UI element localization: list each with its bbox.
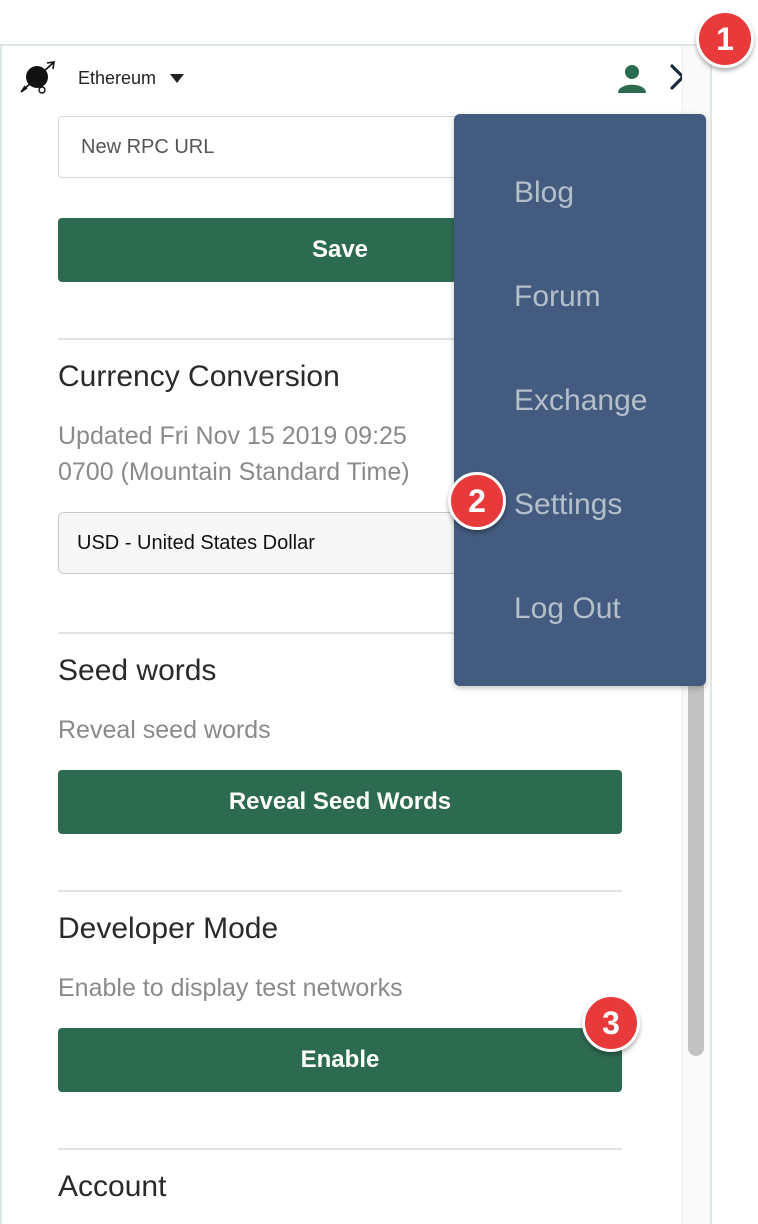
menu-item-forum[interactable]: Forum xyxy=(514,280,601,314)
developer-mode-title: Developer Mode xyxy=(58,912,279,945)
dropdown-menu: Blog Forum Exchange Settings Log Out xyxy=(454,114,706,686)
currency-updated-line1: Updated Fri Nov 15 2019 09:25 xyxy=(58,422,407,450)
account-title: Account xyxy=(58,1170,167,1203)
header-bar: Ethereum xyxy=(2,46,710,112)
annotation-badge-1: 1 xyxy=(696,10,754,68)
menu-item-blog[interactable]: Blog xyxy=(514,176,574,210)
planet-logo-icon xyxy=(20,61,55,94)
network-selector[interactable]: Ethereum xyxy=(78,68,185,89)
currency-title: Currency Conversion xyxy=(58,360,340,393)
seed-description: Reveal seed words xyxy=(58,716,271,744)
seed-title: Seed words xyxy=(58,654,217,687)
menu-item-settings[interactable]: Settings xyxy=(514,488,622,522)
caret-down-icon xyxy=(170,74,185,83)
currency-updated-line2: 0700 (Mountain Standard Time) xyxy=(58,458,410,486)
reveal-seed-words-button[interactable]: Reveal Seed Words xyxy=(58,770,622,834)
menu-item-exchange[interactable]: Exchange xyxy=(514,384,647,418)
annotation-badge-3: 3 xyxy=(582,994,640,1052)
enable-developer-mode-button[interactable]: Enable xyxy=(58,1028,622,1092)
menu-item-log-out[interactable]: Log Out xyxy=(514,592,621,626)
annotation-badge-2: 2 xyxy=(448,472,506,530)
divider xyxy=(58,890,622,892)
scrollbar-thumb[interactable] xyxy=(688,676,704,1056)
currency-selected-value: USD - United States Dollar xyxy=(77,532,315,554)
divider xyxy=(58,1148,622,1150)
developer-mode-description: Enable to display test networks xyxy=(58,974,403,1002)
user-icon[interactable] xyxy=(616,62,648,94)
network-label: Ethereum xyxy=(78,68,157,88)
